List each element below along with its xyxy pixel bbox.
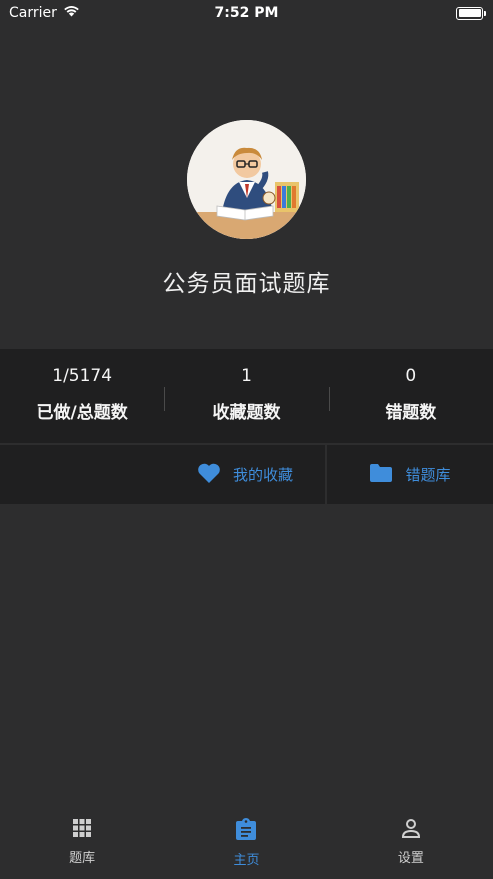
my-favorites-label: 我的收藏	[232, 466, 293, 484]
wrong-questions-button[interactable]: 错题库	[327, 445, 493, 504]
clipboard-icon	[235, 817, 257, 845]
grid-icon	[71, 817, 93, 843]
stat-value: 0	[405, 366, 417, 386]
tab-bar: 题库 主页 设置	[0, 807, 493, 879]
carrier-label: Carrier	[9, 5, 57, 21]
avatar	[187, 120, 306, 239]
wifi-icon	[63, 5, 80, 21]
stat-wrong[interactable]: 0 错题数	[328, 349, 493, 443]
battery-icon	[456, 6, 486, 20]
heart-icon	[197, 462, 221, 488]
stat-value: 1/5174	[52, 366, 113, 386]
tab-settings[interactable]: 设置	[329, 807, 493, 879]
profile-header: 公务员面试题库	[0, 26, 493, 348]
tab-label: 题库	[69, 851, 96, 866]
stat-done-total[interactable]: 1/5174 已做/总题数	[0, 349, 164, 443]
app-title: 公务员面试题库	[162, 271, 331, 297]
stat-value: 1	[241, 366, 252, 386]
stats-row: 1/5174 已做/总题数 1 收藏题数 0 错题数	[0, 349, 493, 443]
tab-label: 主页	[233, 853, 260, 868]
wrong-questions-label: 错题库	[405, 466, 451, 484]
stat-label: 已做/总题数	[36, 403, 128, 423]
my-favorites-button[interactable]: 我的收藏	[165, 445, 327, 504]
folder-icon	[369, 463, 393, 487]
status-left: Carrier	[9, 5, 80, 21]
actions-row: 我的收藏 错题库	[0, 445, 493, 504]
tab-label: 设置	[397, 851, 424, 866]
stat-label: 收藏题数	[212, 403, 281, 423]
tab-home[interactable]: 主页	[164, 807, 328, 879]
person-icon	[400, 817, 422, 843]
stat-label: 错题数	[385, 403, 437, 423]
tab-question-bank[interactable]: 题库	[0, 807, 164, 879]
status-bar: Carrier 7:52 PM	[0, 0, 493, 26]
stat-favorites[interactable]: 1 收藏题数	[164, 349, 328, 443]
action-spacer	[0, 445, 165, 504]
